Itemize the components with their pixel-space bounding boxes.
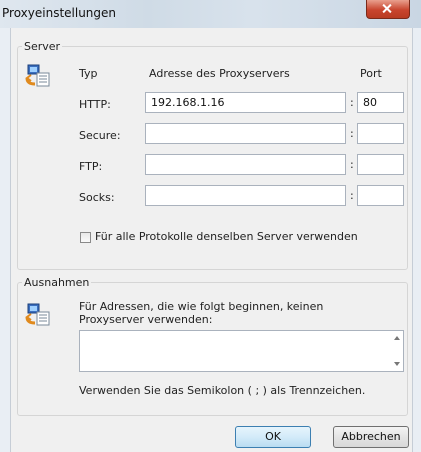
exceptions-description: Für Adressen, die wie folgt beginnen, ke…: [79, 300, 324, 326]
column-type-header: Typ: [79, 67, 98, 80]
ftp-label: FTP:: [79, 160, 103, 173]
title-bar: Proxyeinstellungen: [0, 0, 421, 28]
secure-address-input[interactable]: [145, 123, 346, 144]
same-server-label[interactable]: Für alle Protokolle denselben Server ver…: [95, 230, 358, 243]
http-address-input[interactable]: 192.168.1.16: [145, 92, 346, 113]
http-separator: :: [350, 96, 354, 109]
ok-button[interactable]: OK: [235, 426, 311, 448]
column-address-header: Adresse des Proxyservers: [149, 67, 290, 80]
ftp-separator: :: [350, 158, 354, 171]
secure-separator: :: [350, 127, 354, 140]
http-label: HTTP:: [79, 98, 111, 111]
same-server-checkbox[interactable]: [80, 232, 91, 243]
network-proxy-icon: [25, 64, 50, 87]
exceptions-hint: Verwenden Sie das Semikolon ( ; ) als Tr…: [79, 384, 366, 397]
socks-address-input[interactable]: [145, 185, 346, 206]
socks-separator: :: [350, 189, 354, 202]
secure-port-input[interactable]: [357, 123, 404, 144]
scroll-down-icon[interactable]: [394, 362, 400, 366]
http-port-input[interactable]: 80: [357, 92, 404, 113]
column-port-header: Port: [360, 67, 382, 80]
close-button[interactable]: [366, 0, 410, 19]
ftp-port-input[interactable]: [357, 154, 404, 175]
socks-label: Socks:: [79, 191, 115, 204]
network-proxy-icon: [25, 303, 50, 326]
socks-port-input[interactable]: [357, 185, 404, 206]
exceptions-input[interactable]: [79, 330, 404, 372]
exceptions-legend: Ausnahmen: [24, 276, 90, 289]
cancel-button[interactable]: Abbrechen: [333, 426, 409, 448]
server-legend: Server: [24, 40, 61, 53]
dialog-body: Server Typ Adresse des Proxyservers Port…: [10, 28, 413, 452]
secure-label: Secure:: [79, 129, 121, 142]
ftp-address-input[interactable]: [145, 154, 346, 175]
window-title: Proxyeinstellungen: [2, 6, 117, 20]
scroll-up-icon[interactable]: [394, 336, 400, 340]
